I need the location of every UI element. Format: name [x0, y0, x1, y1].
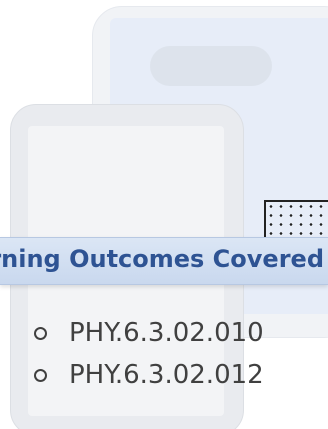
- hollow-circle-bullet-icon: [34, 326, 47, 340]
- outcomes-list: PHY.6.3.02.010 PHY.6.3.02.012: [34, 312, 264, 396]
- list-item: PHY.6.3.02.012: [34, 354, 264, 396]
- outcome-code: PHY.6.3.02.010: [69, 318, 264, 348]
- section-banner: rning Outcomes Covered: [0, 237, 328, 285]
- device-back-pill: [150, 46, 272, 86]
- list-item: PHY.6.3.02.010: [34, 312, 264, 354]
- section-title: rning Outcomes Covered: [0, 245, 324, 273]
- slide: rning Outcomes Covered PHY.6.3.02.010 PH…: [0, 0, 328, 429]
- hollow-circle-bullet-icon: [34, 368, 47, 382]
- outcome-code: PHY.6.3.02.012: [69, 360, 264, 390]
